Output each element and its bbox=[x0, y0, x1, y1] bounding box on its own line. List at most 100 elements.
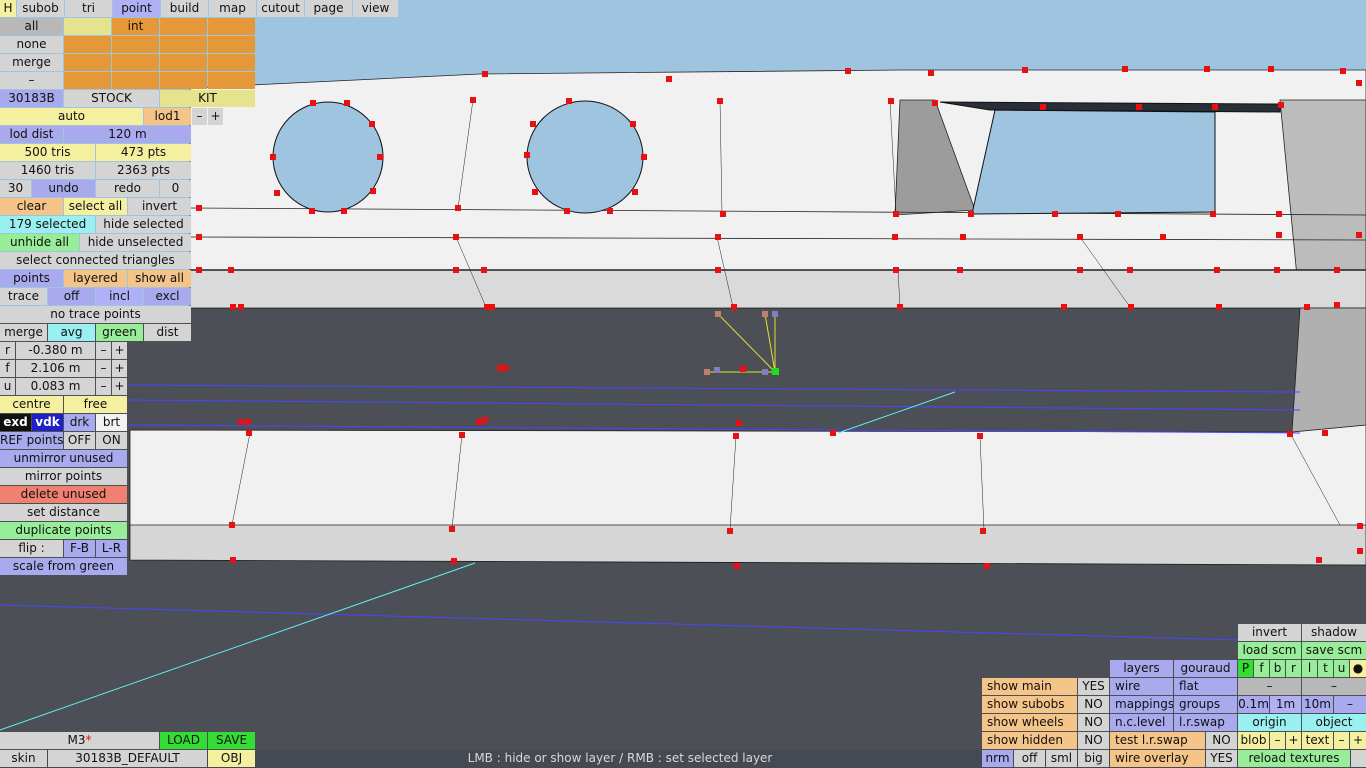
brightness-exd-button[interactable]: exd bbox=[0, 414, 31, 431]
invert-button[interactable]: invert bbox=[1238, 624, 1301, 641]
trace-incl-button[interactable]: incl bbox=[96, 288, 143, 305]
hide-unselected-button[interactable]: hide unselected bbox=[80, 234, 191, 251]
select-all-points-button[interactable]: select all bbox=[64, 198, 127, 215]
coord-r-value[interactable]: -0.380 m bbox=[16, 342, 95, 359]
unmirror-unused-button[interactable]: unmirror unused bbox=[0, 450, 127, 467]
reload-textures-button[interactable]: reload textures bbox=[1238, 750, 1350, 767]
lod-dist-value[interactable]: 120 m bbox=[64, 126, 191, 143]
gouraud-button[interactable]: gouraud bbox=[1174, 660, 1237, 677]
mirror-points-button[interactable]: mirror points bbox=[0, 468, 127, 485]
show-wheels-toggle[interactable]: NO bbox=[1078, 714, 1109, 731]
test-lr-swap-toggle[interactable]: NO bbox=[1206, 732, 1237, 749]
coord-f-plus[interactable]: + bbox=[112, 360, 127, 377]
select-cell[interactable] bbox=[64, 18, 111, 35]
model-id[interactable]: 30183B bbox=[0, 90, 63, 107]
material-m3[interactable]: M3* bbox=[0, 732, 159, 749]
flip-fb-button[interactable]: F-B bbox=[64, 540, 95, 557]
coord-r-minus[interactable]: – bbox=[96, 342, 111, 359]
merge-dist-button[interactable]: dist bbox=[144, 324, 191, 341]
groups-button[interactable]: groups bbox=[1174, 696, 1237, 713]
show-subobs-toggle[interactable]: NO bbox=[1078, 696, 1109, 713]
layers-button[interactable]: layers bbox=[1110, 660, 1173, 677]
brightness-brt-button[interactable]: brt bbox=[96, 414, 127, 431]
reload-extra-button[interactable] bbox=[1351, 750, 1366, 767]
wire-button[interactable]: wire bbox=[1110, 678, 1173, 695]
coord-u-value[interactable]: 0.083 m bbox=[16, 378, 95, 395]
text-minus-button[interactable]: – bbox=[1334, 732, 1349, 749]
select-cell[interactable] bbox=[112, 72, 159, 89]
save-button[interactable]: SAVE bbox=[208, 732, 255, 749]
delete-unused-button[interactable]: delete unused bbox=[0, 486, 127, 503]
tab-cutout[interactable]: cutout bbox=[257, 0, 304, 17]
flat-button[interactable]: flat bbox=[1174, 678, 1237, 695]
trace-excl-button[interactable]: excl bbox=[144, 288, 191, 305]
select-cell[interactable] bbox=[112, 54, 159, 71]
lod-auto-button[interactable]: auto bbox=[0, 108, 143, 125]
wire-overlay-button[interactable]: wire overlay bbox=[1110, 750, 1205, 767]
tab-point[interactable]: point bbox=[113, 0, 160, 17]
layer-u-button[interactable]: u bbox=[1334, 660, 1349, 677]
grid-10m-button[interactable]: 10m bbox=[1302, 696, 1333, 713]
free-button[interactable]: free bbox=[64, 396, 127, 413]
layer-t-button[interactable]: t bbox=[1318, 660, 1333, 677]
select-all-button[interactable]: all bbox=[0, 18, 63, 35]
show-all-button[interactable]: show all bbox=[128, 270, 191, 287]
tab-h[interactable]: H bbox=[0, 0, 16, 17]
coord-f-minus[interactable]: – bbox=[96, 360, 111, 377]
select-cell[interactable] bbox=[208, 36, 255, 53]
select-cell[interactable] bbox=[208, 18, 255, 35]
object-button[interactable]: object bbox=[1302, 714, 1366, 731]
select-connected-triangles-button[interactable]: select connected triangles bbox=[0, 252, 191, 269]
grid-01m-button[interactable]: 0.1m bbox=[1238, 696, 1269, 713]
kit-button[interactable]: KIT bbox=[160, 90, 255, 107]
select-cell[interactable] bbox=[64, 72, 111, 89]
shadow-button[interactable]: shadow bbox=[1302, 624, 1366, 641]
clear-button[interactable]: clear bbox=[0, 198, 63, 215]
select-int-button[interactable]: int bbox=[112, 18, 159, 35]
tab-view[interactable]: view bbox=[353, 0, 398, 17]
set-distance-button[interactable]: set distance bbox=[0, 504, 127, 521]
tab-tri[interactable]: tri bbox=[65, 0, 112, 17]
stock-button[interactable]: STOCK bbox=[64, 90, 159, 107]
merge-green-button[interactable]: green bbox=[96, 324, 143, 341]
nrm-button[interactable]: nrm bbox=[982, 750, 1013, 767]
select-none-button[interactable]: none bbox=[0, 36, 63, 53]
unhide-all-button[interactable]: unhide all bbox=[0, 234, 79, 251]
show-main-toggle[interactable]: YES bbox=[1078, 678, 1109, 695]
ref-off-button[interactable]: OFF bbox=[64, 432, 95, 449]
select-cell[interactable] bbox=[208, 72, 255, 89]
tab-page[interactable]: page bbox=[305, 0, 352, 17]
load-button[interactable]: LOAD bbox=[160, 732, 207, 749]
mappings-button[interactable]: mappings bbox=[1110, 696, 1173, 713]
blob-button[interactable]: blob bbox=[1238, 732, 1269, 749]
layer-f-button[interactable]: f bbox=[1254, 660, 1269, 677]
layer-l-button[interactable]: l bbox=[1302, 660, 1317, 677]
select-cell[interactable] bbox=[160, 54, 207, 71]
coord-u-minus[interactable]: – bbox=[96, 378, 111, 395]
origin-button[interactable]: origin bbox=[1238, 714, 1301, 731]
hide-selected-button[interactable]: hide selected bbox=[96, 216, 191, 233]
tab-map[interactable]: map bbox=[209, 0, 256, 17]
coord-u-plus[interactable]: + bbox=[112, 378, 127, 395]
redo-button[interactable]: redo bbox=[96, 180, 159, 197]
tab-subob[interactable]: subob bbox=[17, 0, 64, 17]
layer-p-button[interactable]: P bbox=[1238, 660, 1253, 677]
merge-button[interactable]: merge bbox=[0, 324, 47, 341]
grid-1m-button[interactable]: 1m bbox=[1270, 696, 1301, 713]
select-cell[interactable] bbox=[160, 36, 207, 53]
layer-b-button[interactable]: b bbox=[1270, 660, 1285, 677]
merge-select-button[interactable]: merge bbox=[0, 54, 63, 71]
dash-button-left[interactable]: – bbox=[1238, 678, 1301, 695]
select-cell[interactable] bbox=[160, 18, 207, 35]
off-button[interactable]: off bbox=[1014, 750, 1045, 767]
blob-plus-button[interactable]: + bbox=[1286, 732, 1301, 749]
brightness-vdk-button[interactable]: vdk bbox=[32, 414, 63, 431]
save-scm-button[interactable]: save scm bbox=[1302, 642, 1366, 659]
centre-button[interactable]: centre bbox=[0, 396, 63, 413]
skin-name[interactable]: 30183B_DEFAULT bbox=[48, 750, 207, 767]
test-lr-swap-button[interactable]: test l.r.swap bbox=[1110, 732, 1205, 749]
nc-level-button[interactable]: n.c.level bbox=[1110, 714, 1173, 731]
load-scm-button[interactable]: load scm bbox=[1238, 642, 1301, 659]
flip-lr-button[interactable]: L-R bbox=[96, 540, 127, 557]
tab-build[interactable]: build bbox=[161, 0, 208, 17]
